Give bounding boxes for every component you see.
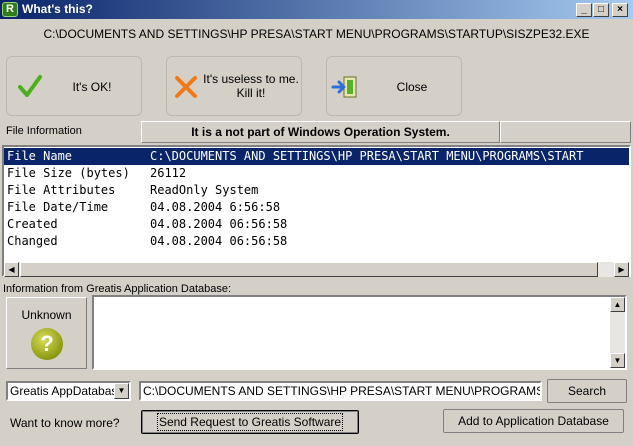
info-value: C:\DOCUMENTS AND SETTINGS\HP PRESA\START… <box>150 149 584 163</box>
chevron-down-icon[interactable]: ▼ <box>114 383 129 399</box>
info-value: ReadOnly System <box>150 183 259 197</box>
info-key: File Name <box>7 149 73 163</box>
window-title: What's this? <box>22 2 93 16</box>
horizontal-scrollbar[interactable]: ◀ ▶ <box>4 262 629 277</box>
its-ok-button[interactable]: It's OK! <box>6 56 142 116</box>
search-path-input[interactable]: C:\DOCUMENTS AND SETTINGS\HP PRESA\START… <box>139 381 542 401</box>
exit-door-icon <box>331 76 357 98</box>
close-window-button[interactable]: × <box>612 3 628 17</box>
system-notice: It is a not part of Windows Operation Sy… <box>141 121 500 143</box>
scroll-up-button[interactable]: ▲ <box>610 297 625 312</box>
minimize-button[interactable]: _ <box>576 3 592 17</box>
scroll-left-button[interactable]: ◀ <box>4 262 19 277</box>
info-value: 04.08.2004 06:56:58 <box>150 234 288 248</box>
info-value: 04.08.2004 6:56:58 <box>150 200 281 214</box>
selected-source: Greatis AppDatabase <box>10 384 125 398</box>
add-to-database-button[interactable]: Add to Application Database <box>443 409 624 433</box>
search-button[interactable]: Search <box>547 379 627 403</box>
info-key: File Size (bytes) <box>7 166 130 180</box>
unknown-status-box: Unknown ? <box>6 297 87 369</box>
scroll-right-button[interactable]: ▶ <box>614 262 629 277</box>
scroll-down-button[interactable]: ▼ <box>610 353 625 368</box>
info-key: File Attributes <box>7 183 116 197</box>
database-info-textarea[interactable]: ▲ ▼ <box>92 295 627 370</box>
list-item[interactable]: File Name C:\DOCUMENTS AND SETTINGS\HP P… <box>4 148 629 165</box>
list-item[interactable]: File Date/Time 04.08.2004 6:56:58 <box>4 199 629 216</box>
file-information-label: File Information <box>6 125 82 137</box>
send-request-button[interactable]: Send Request to Greatis Software <box>141 410 359 434</box>
notice-spacer <box>500 121 631 143</box>
want-to-know-more-label: Want to know more? <box>10 416 120 430</box>
database-info-label: Information from Greatis Application Dat… <box>3 283 232 295</box>
info-key: Created <box>7 217 58 231</box>
kill-it-label-line-2: Kill it! <box>236 86 266 100</box>
close-button[interactable]: Close <box>326 56 462 116</box>
list-item[interactable]: File Size (bytes) 26112 <box>4 165 629 182</box>
database-source-select[interactable]: Greatis AppDatabase ▼ <box>6 381 131 401</box>
maximize-button[interactable]: □ <box>593 3 609 17</box>
close-label: Close <box>396 80 428 94</box>
title-bar[interactable] <box>0 0 633 19</box>
question-icon: ? <box>31 328 63 360</box>
list-item[interactable]: Created 04.08.2004 06:56:58 <box>4 216 629 233</box>
info-key: Changed <box>7 234 58 248</box>
kill-it-button[interactable]: It's useless to me. Kill it! <box>166 56 302 116</box>
checkmark-icon <box>18 75 42 97</box>
info-value: 04.08.2004 06:56:58 <box>150 217 288 231</box>
list-item[interactable]: File Attributes ReadOnly System <box>4 182 629 199</box>
file-path-header: C:\DOCUMENTS AND SETTINGS\HP PRESA\START… <box>43 27 590 41</box>
cross-icon <box>175 76 197 98</box>
scroll-thumb[interactable] <box>20 262 598 277</box>
send-request-label: Send Request to Greatis Software <box>156 413 344 431</box>
unknown-label: Unknown <box>21 308 72 322</box>
vertical-scrollbar[interactable]: ▲ ▼ <box>610 297 625 368</box>
info-key: File Date/Time <box>7 200 109 214</box>
kill-it-label-line-1: It's useless to me. <box>203 72 299 86</box>
app-icon[interactable]: R <box>2 2 18 17</box>
file-info-list[interactable]: File Name C:\DOCUMENTS AND SETTINGS\HP P… <box>2 145 631 277</box>
info-value: 26112 <box>150 166 187 180</box>
list-item[interactable]: Changed 04.08.2004 06:56:58 <box>4 233 629 250</box>
its-ok-label: It's OK! <box>72 80 112 94</box>
